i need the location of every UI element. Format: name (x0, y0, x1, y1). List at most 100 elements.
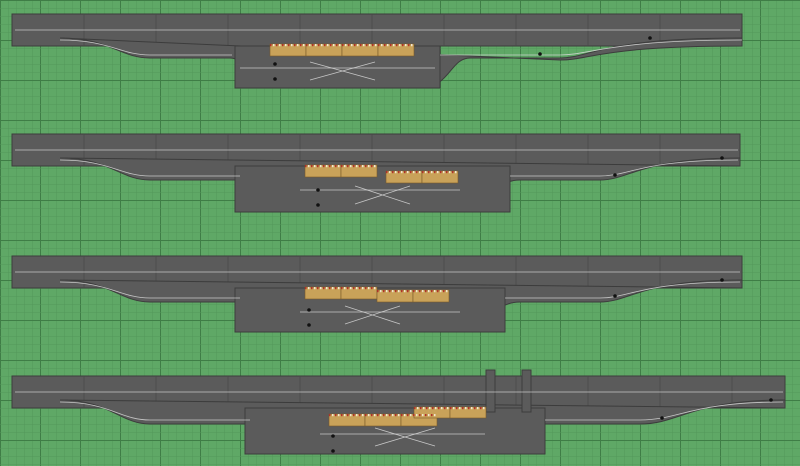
platform-edge-stripe (440, 290, 442, 293)
platform-edge-stripe (444, 407, 446, 410)
platform-edge-stripe (341, 414, 343, 417)
signal-icon[interactable] (660, 416, 664, 420)
signal-icon[interactable] (648, 36, 652, 40)
platform-edge-stripe (441, 407, 443, 410)
platform-edge-stripe (404, 290, 406, 293)
platform-edge-stripe (377, 290, 379, 293)
signal-icon[interactable] (316, 188, 320, 192)
platform-edge-stripe (356, 287, 358, 290)
platform-edge-stripe (374, 287, 376, 290)
platform-edge-stripe (401, 171, 403, 174)
signal-icon[interactable] (331, 434, 335, 438)
platform-edge-stripe (434, 171, 436, 174)
platform-edge-stripe (371, 414, 373, 417)
platform-edge-stripe (389, 414, 391, 417)
signal-icon[interactable] (720, 278, 724, 282)
platform-edge-stripe (422, 290, 424, 293)
platform-edge-stripe (431, 171, 433, 174)
platform-edge-stripe (353, 165, 355, 168)
platform-edge-stripe (422, 171, 424, 174)
platform-edge-stripe (395, 414, 397, 417)
platform-edge-stripe (329, 287, 331, 290)
platform-edge-stripe (332, 287, 334, 290)
platform-edge-stripe (351, 44, 353, 47)
platform-edge-stripe (410, 290, 412, 293)
platform-edge-stripe (386, 414, 388, 417)
platform-edge-stripe (308, 287, 310, 290)
platform-edge-stripe (431, 290, 433, 293)
signal-icon[interactable] (273, 62, 277, 66)
platform-edge-stripe (308, 165, 310, 168)
platform-edge-stripe (428, 171, 430, 174)
platform-edge-stripe (426, 407, 428, 410)
platform-edge-stripe (392, 290, 394, 293)
signal-icon[interactable] (720, 156, 724, 160)
platform-edge-stripe (371, 165, 373, 168)
platform-edge-stripe (368, 287, 370, 290)
platform-edge-stripe (410, 414, 412, 417)
platform-edge-stripe (282, 44, 284, 47)
platform-edge-stripe (437, 171, 439, 174)
platform-edge-stripe (407, 290, 409, 293)
platform-edge-stripe (317, 287, 319, 290)
platform-edge-stripe (333, 44, 335, 47)
platform-edge-stripe (309, 44, 311, 47)
platform-edge-stripe (374, 414, 376, 417)
platform-edge-stripe (438, 407, 440, 410)
platform-edge-stripe (347, 165, 349, 168)
platform-edge-stripe (311, 287, 313, 290)
platform-edge-stripe (347, 287, 349, 290)
platform-edge-stripe (383, 290, 385, 293)
platform-edge-stripe (398, 414, 400, 417)
platform-edge-stripe (300, 44, 302, 47)
platform-edge-stripe (360, 44, 362, 47)
platform-edge-stripe (345, 44, 347, 47)
signal-icon[interactable] (538, 52, 542, 56)
platform-edge-stripe (380, 290, 382, 293)
platform-edge-stripe (422, 414, 424, 417)
platform-edge-stripe (423, 407, 425, 410)
platform-edge-stripe (288, 44, 290, 47)
platform-edge-stripe (368, 165, 370, 168)
platform-edge-stripe (443, 290, 445, 293)
platform-edge-stripe (338, 414, 340, 417)
platform-edge-stripe (416, 414, 418, 417)
platform-edge-stripe (303, 44, 305, 47)
platform-edge-stripe (291, 44, 293, 47)
platform-edge-stripe (431, 414, 433, 417)
signal-icon[interactable] (316, 203, 320, 207)
platform-edge-stripe (353, 414, 355, 417)
platform-edge-stripe (425, 414, 427, 417)
platform-edge-stripe (429, 407, 431, 410)
platform-edge-stripe (314, 287, 316, 290)
platform-edge-stripe (344, 287, 346, 290)
platform-edge-stripe (459, 407, 461, 410)
platform-edge-stripe (398, 290, 400, 293)
platform-edge-stripe (330, 44, 332, 47)
platform-edge-stripe (449, 171, 451, 174)
platform-group[interactable] (269, 43, 415, 57)
signal-icon[interactable] (307, 308, 311, 312)
platform-edge-stripe (365, 165, 367, 168)
platform-edge-stripe (359, 414, 361, 417)
platform-edge-stripe (413, 171, 415, 174)
platform-edge-stripe (374, 165, 376, 168)
signal-icon[interactable] (273, 77, 277, 81)
platform-edge-stripe (440, 171, 442, 174)
platform-edge-stripe (324, 44, 326, 47)
platform-edge-stripe (305, 165, 307, 168)
platform-edge-stripe (372, 44, 374, 47)
platform-edge-stripe (435, 407, 437, 410)
platform-edge-stripe (338, 287, 340, 290)
signal-icon[interactable] (613, 173, 617, 177)
signal-icon[interactable] (307, 323, 311, 327)
platform-edge-stripe (338, 165, 340, 168)
platform-edge-stripe (443, 171, 445, 174)
signal-icon[interactable] (331, 449, 335, 453)
platform-edge-stripe (401, 414, 403, 417)
signal-icon[interactable] (613, 294, 617, 298)
signal-icon[interactable] (769, 398, 773, 402)
platform-edge-stripe (468, 407, 470, 410)
platform-edge-stripe (377, 414, 379, 417)
platform-edge-stripe (318, 44, 320, 47)
